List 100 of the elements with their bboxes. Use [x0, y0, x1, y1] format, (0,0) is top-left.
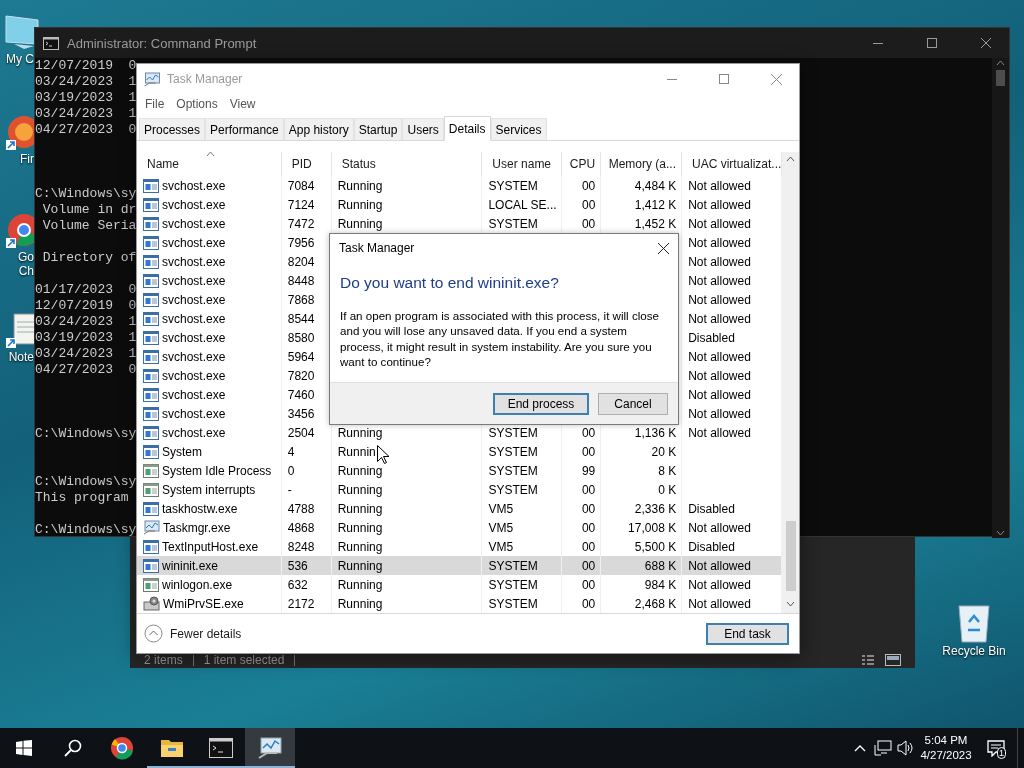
table-cell: Running [337, 197, 383, 212]
table-cell: svchost.exe [162, 330, 226, 345]
desktop-icon-label[interactable]: Fir [20, 152, 34, 166]
windows-logo-icon [16, 740, 32, 756]
terminal-line: 04/27/2023 0 [35, 122, 137, 138]
table-cell: 7956 [287, 235, 315, 250]
column-header[interactable]: CPU [562, 152, 602, 176]
table-cell: Not allowed [688, 558, 751, 573]
network-icon[interactable] [873, 740, 892, 756]
desktop-icon-label[interactable]: Go [18, 250, 34, 264]
window-icon [143, 463, 159, 478]
table-cell: SYSTEM [488, 425, 538, 440]
menu-item[interactable]: Options [171, 96, 223, 111]
scrollbar-thumb[interactable] [785, 521, 796, 591]
menu-item[interactable]: View [224, 96, 261, 111]
table-cell: VM5 [488, 501, 514, 516]
table-cell: Not allowed [688, 178, 751, 193]
process-row[interactable]: System Idle Process 0 Running SYSTEM 99 8 K [137, 461, 782, 480]
column-header[interactable]: Name [137, 152, 282, 176]
column-header[interactable]: User name [482, 152, 563, 176]
process-row[interactable]: winlogon.exe 632 Running SYSTEM 00 984 K Not allowed [137, 575, 782, 594]
table-cell: 8448 [287, 273, 315, 288]
process-row[interactable]: WmiPrvSE.exe 2172 Running SYSTEM 00 2,468 K Not allowed [137, 594, 782, 613]
column-header[interactable]: PID [281, 152, 332, 176]
process-row[interactable]: Taskmgr.exe 4868 Running VM5 00 17,008 K Not allowed [137, 518, 782, 537]
window-icon [143, 406, 159, 421]
tab[interactable]: Startup [353, 118, 403, 140]
message-icon [987, 739, 1005, 757]
desktop-icon-label[interactable]: My C [6, 52, 34, 66]
end-task-button[interactable]: End task [706, 622, 789, 645]
table-cell: 7124 [287, 197, 315, 212]
scrollbar-thumb[interactable] [996, 70, 1005, 86]
table-cell: SYSTEM [488, 577, 538, 592]
window-title: Administrator: Command Prompt [67, 35, 258, 51]
maximize-icon [927, 38, 937, 48]
scrollbar[interactable] [992, 58, 1009, 538]
maximize-icon [719, 74, 729, 84]
table-cell: Not allowed [688, 197, 751, 212]
tab[interactable]: Details [443, 116, 491, 141]
process-row[interactable]: taskhostw.exe 4788 Running VM5 00 2,336 K Disabled [137, 499, 782, 518]
tab[interactable]: Processes [139, 118, 206, 140]
gear-icon [143, 596, 160, 611]
table-cell: 2,336 K [634, 501, 677, 516]
window-icon [143, 349, 159, 364]
desktop-icon-label[interactable]: Ch [18, 264, 34, 278]
table-cell: System [162, 444, 202, 459]
menu-item[interactable]: File [140, 96, 170, 111]
terminal-icon [43, 36, 59, 50]
table-cell: System interrupts [162, 482, 256, 497]
table-cell: 2504 [287, 425, 315, 440]
process-row[interactable]: svchost.exe 7084 Running SYSTEM 00 4,484 K Not allowed [137, 176, 782, 195]
window-icon [143, 254, 159, 269]
clock[interactable]: 5:04 PM 4/27/2023 [917, 733, 975, 763]
table-cell: 1,452 K [634, 216, 677, 231]
scrollbar[interactable] [782, 152, 799, 613]
terminal-line: Volume Seria [41, 218, 137, 234]
table-cell: Taskmgr.exe [163, 520, 231, 535]
close-button[interactable] [658, 242, 669, 254]
table-cell: 5,500 K [634, 539, 677, 554]
table-cell: 17,008 K [628, 520, 677, 535]
table-cell: svchost.exe [162, 368, 226, 383]
fewer-details-link[interactable]: Fewer details [170, 626, 242, 641]
monitor-chart-icon [143, 71, 161, 87]
table-cell: Not allowed [688, 520, 751, 535]
collapse-icon[interactable] [144, 624, 163, 643]
table-cell: 2,468 K [634, 596, 677, 611]
table-cell: 1,412 K [634, 197, 677, 212]
tab[interactable]: Services [490, 118, 547, 140]
chevron-up-icon[interactable] [853, 744, 866, 752]
process-row[interactable]: System interrupts - Running SYSTEM 00 0 K [137, 480, 782, 499]
terminal-line: This program [35, 490, 129, 506]
caret-down-icon [996, 530, 1005, 536]
taskbar-app[interactable] [245, 728, 295, 768]
table-cell: Not allowed [688, 311, 751, 326]
notifications-button[interactable]: 1 [975, 728, 1017, 768]
desktop-icon-label[interactable]: Note [8, 350, 34, 364]
table-cell: Running [337, 482, 383, 497]
terminal-line: 12/07/2019 0 [35, 298, 137, 314]
column-header[interactable]: Status [331, 152, 483, 176]
table-cell: Not allowed [688, 596, 751, 611]
terminal-line: C:\Windows\sy [35, 474, 137, 490]
desktop-icon-label[interactable]: Recycle Bin [942, 644, 1006, 658]
table-cell: 536 [287, 558, 308, 573]
column-header[interactable]: Memory (a... [601, 152, 682, 176]
process-row[interactable]: wininit.exe 536 Running SYSTEM 00 688 K Not allowed [137, 556, 782, 575]
table-cell: Not allowed [688, 254, 751, 269]
window-icon [143, 216, 159, 231]
table-cell: svchost.exe [162, 235, 226, 250]
tab[interactable]: Users [402, 118, 444, 140]
tiles-view-icon[interactable] [885, 654, 901, 666]
speaker-icon[interactable] [896, 740, 915, 756]
search-icon [63, 739, 82, 757]
process-row[interactable]: svchost.exe 7124 Running LOCAL SE... 00 1,412 K Not allowed [137, 195, 782, 214]
tab[interactable]: Performance [205, 118, 284, 140]
cancel-button[interactable]: Cancel [598, 392, 668, 415]
table-cell: Not allowed [688, 235, 751, 250]
table-cell: svchost.exe [162, 216, 226, 231]
details-view-icon[interactable] [861, 654, 875, 666]
end-process-button[interactable]: End process [493, 392, 589, 415]
tab[interactable]: App history [283, 118, 354, 140]
